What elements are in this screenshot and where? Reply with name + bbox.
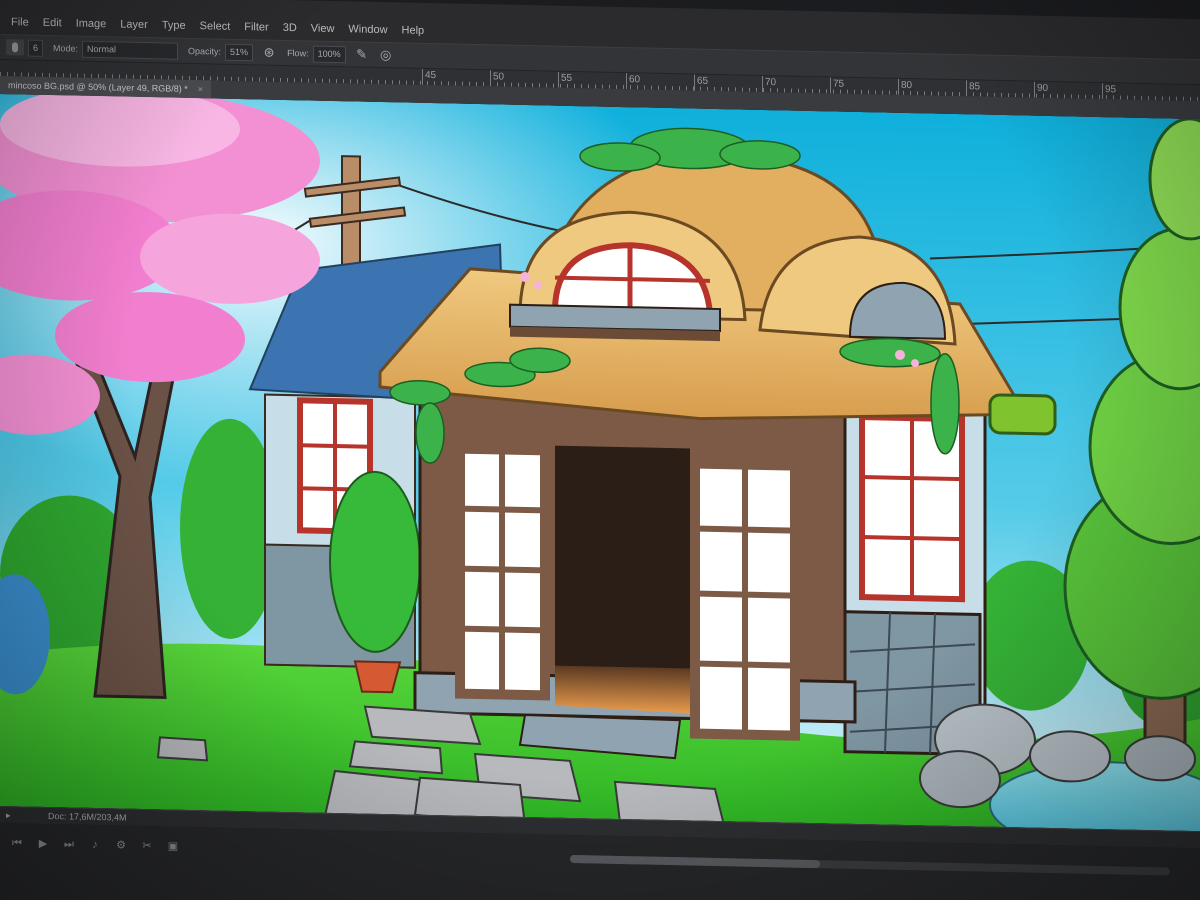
menu-file[interactable]: File <box>4 16 36 35</box>
ruler-major-tick <box>694 74 695 91</box>
next-frame-icon[interactable]: ⏭ <box>60 836 78 852</box>
flow-label: Flow: <box>287 48 309 59</box>
ruler-label: 45 <box>425 69 437 82</box>
ruler-label: 85 <box>969 81 981 93</box>
ruler-major-tick <box>422 68 423 85</box>
tablet-pressure-icon[interactable]: ◎ <box>378 47 394 63</box>
menu-edit[interactable]: Edit <box>36 17 69 36</box>
photoshop-window: File Edit Image Layer Type Select Filter… <box>0 0 1200 900</box>
document-tab-title: mincoso BG.psd @ 50% (Layer 49, RGB/8) * <box>8 80 188 94</box>
document-size-info: Doc: 17,6M/203,4M <box>48 811 127 823</box>
opacity-field[interactable]: 51% <box>225 43 254 61</box>
ruler-label: 70 <box>765 77 777 89</box>
ruler-label: 55 <box>561 72 573 84</box>
ruler-major-tick <box>626 73 627 90</box>
opacity-label: Opacity: <box>188 45 222 57</box>
menu-3d[interactable]: 3D <box>276 22 304 41</box>
menu-select[interactable]: Select <box>193 20 238 39</box>
close-icon[interactable]: × <box>198 84 203 94</box>
artwork <box>0 94 1200 832</box>
menu-filter[interactable]: Filter <box>237 21 275 40</box>
ruler-major-tick <box>1034 81 1035 98</box>
ruler-label: 65 <box>697 75 709 87</box>
brush-size-field[interactable]: 6 <box>28 39 44 57</box>
ruler-label: 80 <box>901 79 913 92</box>
scissors-icon[interactable]: ✂ <box>138 838 156 854</box>
first-frame-icon[interactable]: ⏮ <box>8 835 26 851</box>
mode-select[interactable]: Normal <box>82 40 179 60</box>
canvas[interactable] <box>0 94 1200 832</box>
brush-tool-preset-icon[interactable] <box>6 39 24 56</box>
menu-help[interactable]: Help <box>395 24 432 43</box>
settings-icon[interactable]: ⚙ <box>112 837 130 853</box>
ruler-major-tick <box>1102 83 1103 100</box>
mode-label: Mode: <box>53 43 79 54</box>
ruler-major-tick <box>558 71 559 88</box>
menu-type[interactable]: Type <box>155 19 193 38</box>
transition-icon[interactable]: ▣ <box>164 838 182 854</box>
audio-icon[interactable]: ♪ <box>86 837 104 853</box>
play-icon[interactable]: ▶ <box>34 836 52 852</box>
ruler-label: 75 <box>833 78 845 90</box>
menu-image[interactable]: Image <box>69 17 114 36</box>
pressure-icon[interactable]: ⊛ <box>261 44 277 60</box>
status-menu-arrow-icon[interactable]: ▸ <box>6 807 11 823</box>
timeline-scrollbar[interactable] <box>570 854 1170 876</box>
ruler-major-tick <box>898 78 899 95</box>
ruler-label: 50 <box>493 71 505 83</box>
ruler-major-tick <box>830 77 831 94</box>
airbrush-icon[interactable]: ✎ <box>354 46 370 62</box>
monitor: File Edit Image Layer Type Select Filter… <box>0 0 1200 900</box>
flow-field[interactable]: 100% <box>312 45 346 63</box>
menu-window[interactable]: Window <box>341 23 394 42</box>
menu-layer[interactable]: Layer <box>113 18 155 37</box>
ruler-label: 95 <box>1105 84 1117 96</box>
timeline-scroll-thumb[interactable] <box>570 854 820 869</box>
ruler-label: 90 <box>1037 82 1049 94</box>
menu-view[interactable]: View <box>304 22 342 41</box>
ruler-label: 60 <box>629 74 641 86</box>
